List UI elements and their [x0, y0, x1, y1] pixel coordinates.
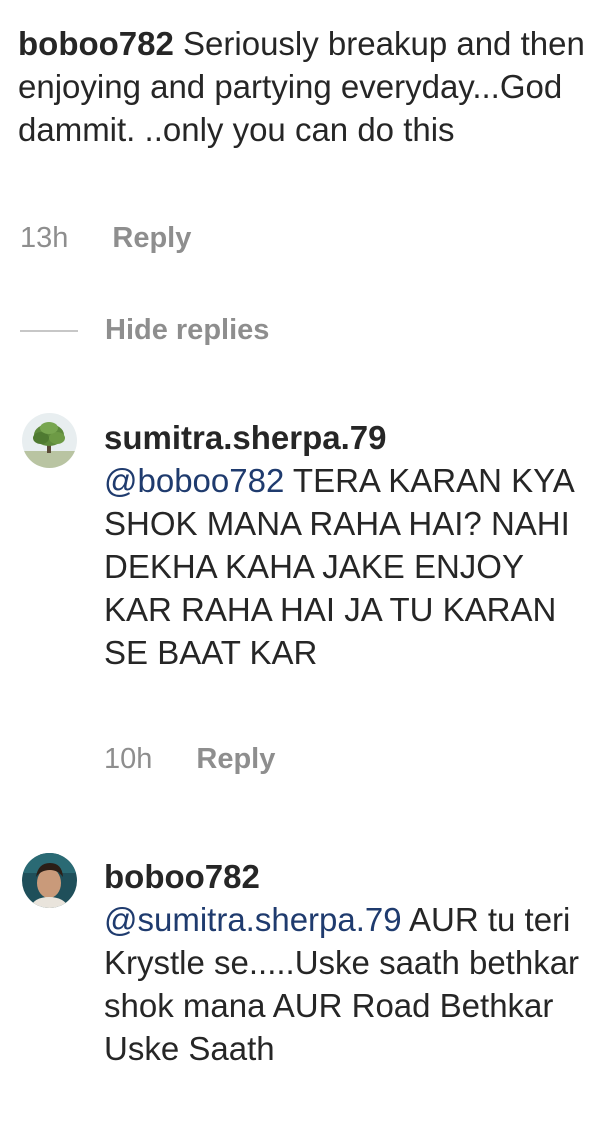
man-portrait-avatar-icon[interactable]: [22, 853, 77, 908]
tree-photo-avatar-icon[interactable]: [22, 413, 77, 468]
hide-replies-toggle[interactable]: Hide replies: [20, 314, 269, 347]
hide-replies-label: Hide replies: [105, 314, 270, 346]
comment-username[interactable]: boboo782: [18, 25, 174, 62]
comment-body: boboo782 Seriously breakup and then enjo…: [18, 22, 588, 151]
reply-body: sumitra.sherpa.79 @boboo782 TERA KARAN K…: [104, 416, 584, 674]
reply-item: boboo782 @sumitra.sherpa.79 AUR tu teri …: [104, 855, 584, 1070]
reply-username[interactable]: sumitra.sherpa.79: [104, 419, 386, 456]
reply-mention[interactable]: @sumitra.sherpa.79: [104, 901, 402, 938]
man-portrait: [22, 853, 77, 908]
reply-meta: 10h Reply: [104, 743, 275, 776]
comment-meta: 13h Reply: [20, 222, 191, 255]
divider-line: [20, 329, 78, 332]
reply-username[interactable]: boboo782: [104, 858, 260, 895]
reply-body: boboo782 @sumitra.sherpa.79 AUR tu teri …: [104, 855, 584, 1070]
comment-timestamp: 13h: [20, 222, 69, 254]
reply-mention[interactable]: @boboo782: [104, 462, 284, 499]
reply-reply-button[interactable]: Reply: [196, 743, 275, 776]
reply-item: sumitra.sherpa.79 @boboo782 TERA KARAN K…: [104, 416, 584, 674]
comment-item: boboo782 Seriously breakup and then enjo…: [18, 22, 588, 151]
reply-timestamp: 10h: [104, 743, 153, 775]
comment-reply-button[interactable]: Reply: [112, 222, 191, 255]
tree-photo: [22, 413, 77, 468]
